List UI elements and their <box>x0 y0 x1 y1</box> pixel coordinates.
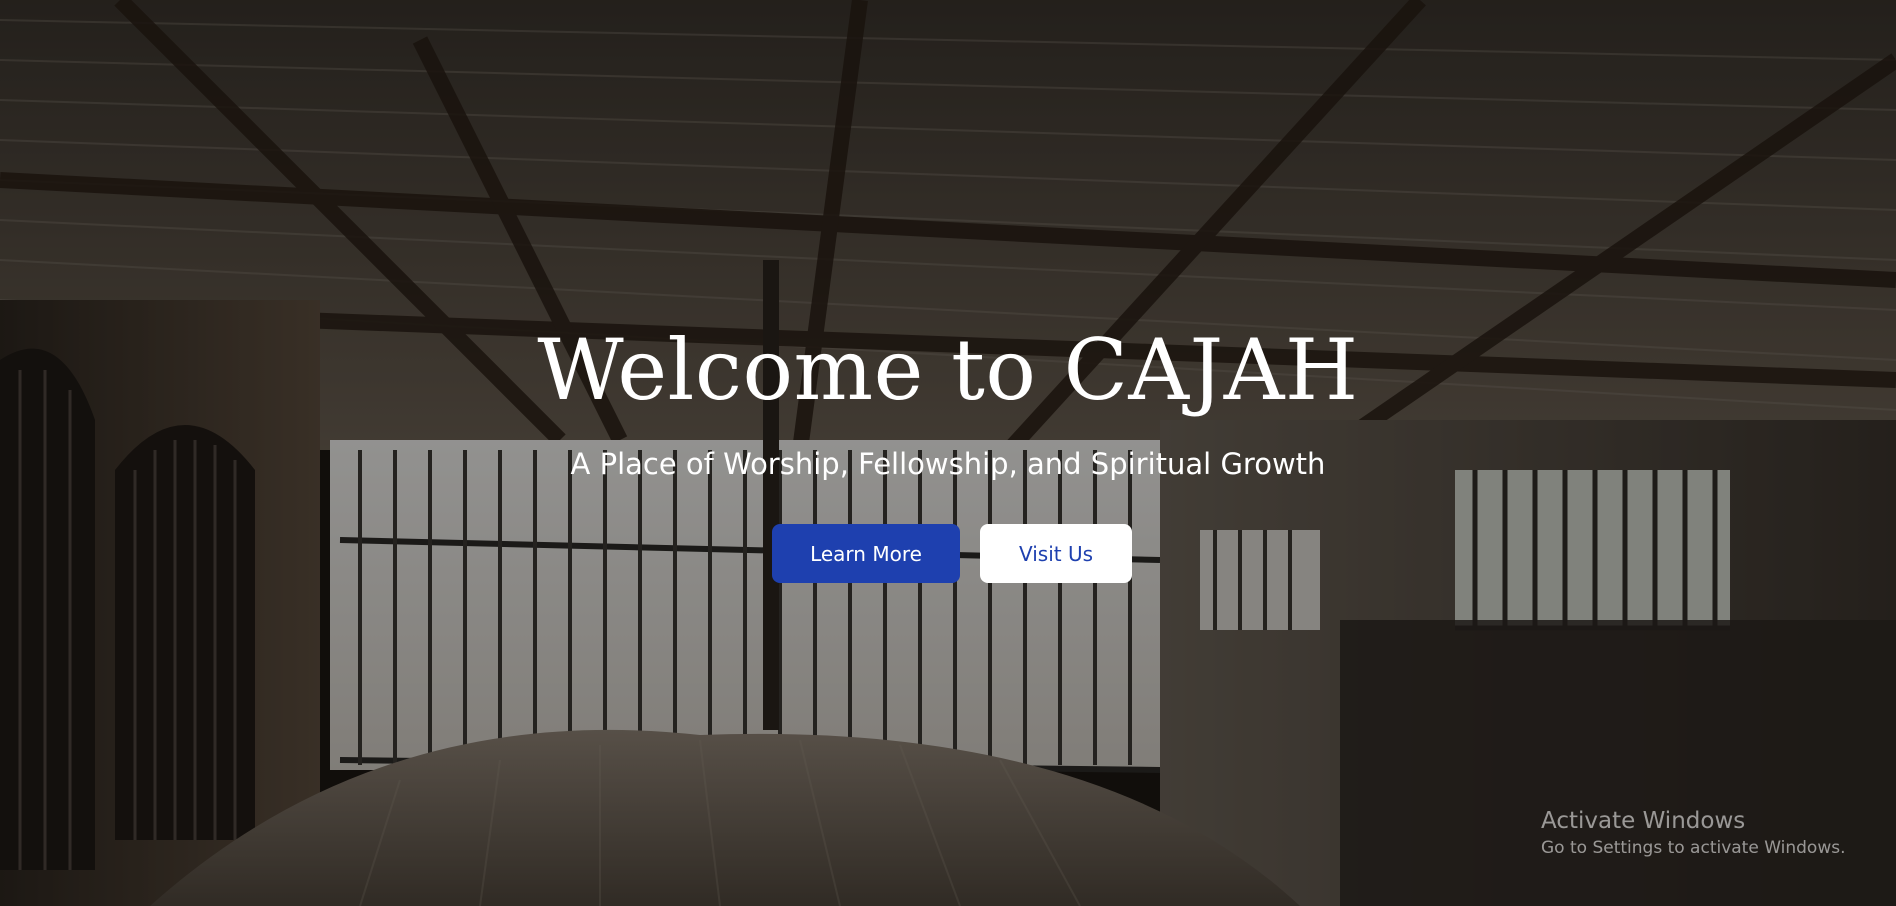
learn-more-button[interactable]: Learn More <box>772 524 960 583</box>
activate-windows-watermark: Activate Windows Go to Settings to activ… <box>1541 806 1846 860</box>
watermark-subtitle: Go to Settings to activate Windows. <box>1541 838 1846 858</box>
hero-title: Welcome to CAJAH <box>537 321 1359 419</box>
hero-buttons: Learn More Visit Us <box>0 524 1896 583</box>
visit-us-button[interactable]: Visit Us <box>980 524 1132 583</box>
hero-section: Welcome to CAJAH A Place of Worship, Fel… <box>0 0 1896 906</box>
hero-subtitle: A Place of Worship, Fellowship, and Spir… <box>570 447 1326 481</box>
watermark-title: Activate Windows <box>1541 808 1746 834</box>
hero-content: Welcome to CAJAH A Place of Worship, Fel… <box>0 318 1896 583</box>
